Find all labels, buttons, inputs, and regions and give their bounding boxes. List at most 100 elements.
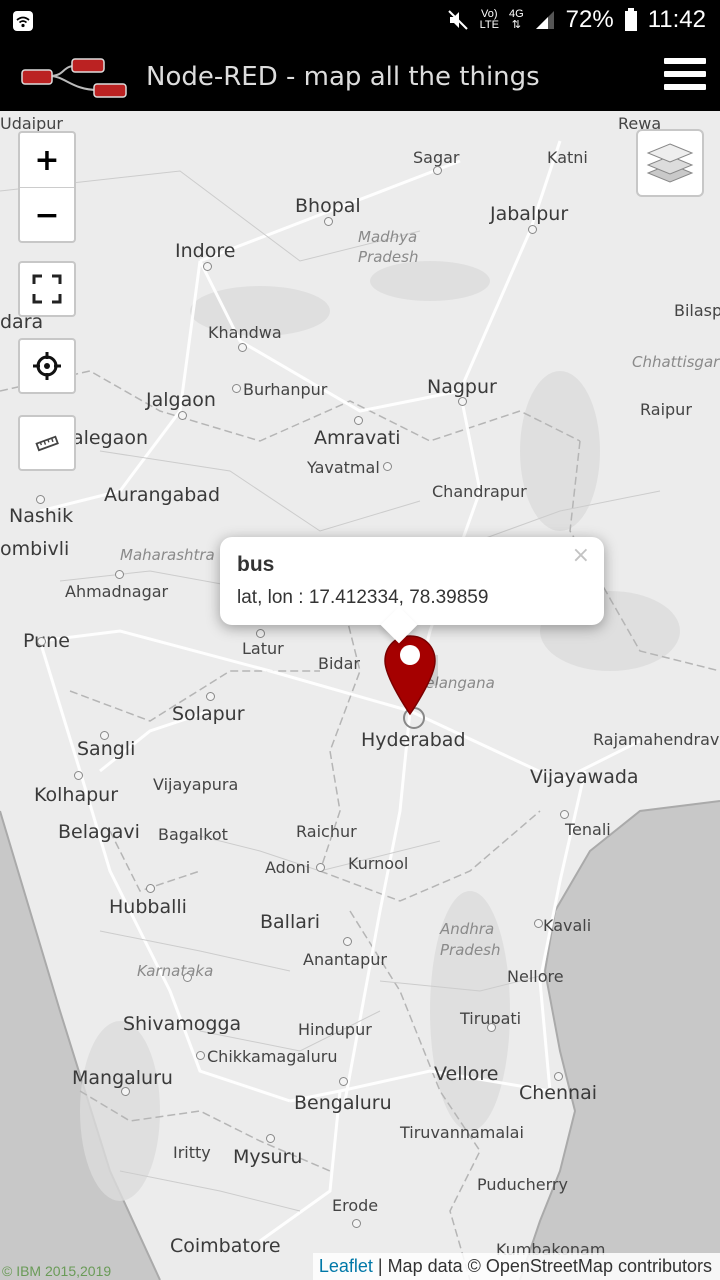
place-label: Nashik: [9, 505, 74, 527]
page-title: Node-RED - map all the things: [146, 62, 540, 92]
place-label: Andhra: [440, 920, 495, 938]
city-dot: [178, 411, 187, 420]
zoom-in-button[interactable]: +: [20, 133, 74, 188]
place-label: Hubballi: [109, 896, 187, 918]
place-label: Anantapur: [303, 950, 387, 969]
city-dot: [352, 1219, 361, 1228]
signal-icon: [535, 11, 554, 29]
place-label: Coimbatore: [170, 1235, 281, 1257]
place-label: Puducherry: [477, 1175, 568, 1194]
city-dot: [37, 637, 46, 646]
city-dot: [100, 731, 109, 740]
network-type: 4G ⇅: [508, 8, 524, 31]
place-label: Bidar: [318, 654, 360, 673]
place-label: Latur: [242, 639, 284, 658]
place-label: Vellore: [434, 1063, 499, 1085]
place-label: Erode: [332, 1196, 379, 1215]
place-label: Sagar: [413, 148, 460, 167]
city-dot: [74, 771, 83, 780]
zoom-control: + −: [18, 131, 76, 243]
city-dot: [554, 1072, 563, 1081]
place-label: Kavali: [543, 916, 592, 935]
layers-button[interactable]: [636, 129, 704, 197]
place-label: Chennai: [519, 1082, 598, 1104]
wifi-icon: [12, 10, 34, 36]
place-label: Bhopal: [295, 195, 361, 217]
battery-icon: [624, 8, 637, 31]
leaflet-link[interactable]: Leaflet: [319, 1256, 373, 1276]
place-label: Rajamahendrav: [593, 730, 720, 749]
city-dot: [183, 973, 192, 982]
place-label: Chhattisgar: [632, 353, 720, 371]
city-dot: [339, 1077, 348, 1086]
city-dot: [121, 1087, 130, 1096]
place-label: Iritty: [173, 1143, 211, 1162]
locate-button[interactable]: [18, 338, 76, 394]
ruler-icon: [35, 435, 59, 452]
volte-icon: Vo) LTE: [479, 8, 499, 31]
place-label: Amravati: [314, 427, 401, 449]
place-label: Vijayawada: [530, 766, 639, 788]
place-label: alegaon: [72, 427, 148, 449]
fullscreen-icon: [32, 274, 62, 304]
place-label: Raipur: [640, 400, 692, 419]
place-label: ombivli: [0, 538, 70, 560]
city-dot: [383, 462, 392, 471]
city-dot: [36, 495, 45, 504]
place-label: Belagavi: [58, 821, 140, 843]
place-label: Khandwa: [208, 323, 282, 342]
popup-close-button[interactable]: ×: [572, 543, 590, 568]
place-label: Madhya: [358, 228, 418, 246]
place-label: Maharashtra: [120, 546, 215, 564]
place-label: Katni: [547, 148, 588, 167]
place-label: Adoni: [265, 858, 311, 877]
city-dot: [560, 810, 569, 819]
locate-icon: [33, 352, 61, 380]
zoom-out-button[interactable]: −: [20, 188, 74, 242]
city-dot: [256, 629, 265, 638]
place-label: Bilasp: [674, 301, 720, 320]
layers-icon: [646, 143, 694, 183]
attribution-separator: |: [372, 1256, 388, 1276]
city-dot: [458, 397, 467, 406]
city-dot: [487, 1023, 496, 1032]
place-label: Hindupur: [298, 1020, 372, 1039]
city-dot: [115, 570, 124, 579]
place-label: Vijayapura: [153, 775, 239, 794]
city-dot: [266, 1134, 275, 1143]
fullscreen-button[interactable]: [18, 261, 76, 317]
place-label: Bengaluru: [294, 1092, 392, 1114]
place-label: Ahmadnagar: [65, 582, 169, 601]
city-dot: [238, 343, 247, 352]
city-dot: [433, 166, 442, 175]
attribution-text: Map data © OpenStreetMap contributors: [387, 1256, 712, 1276]
hamburger-menu-icon[interactable]: [664, 58, 706, 94]
place-label: Sangli: [77, 738, 136, 760]
city-dot: [528, 225, 537, 234]
city-dot: [343, 937, 352, 946]
place-label: Kolhapur: [34, 784, 119, 806]
place-label: Ballari: [260, 911, 320, 933]
marker-popup: bus lat, lon : 17.412334, 78.39859 ×: [220, 537, 604, 644]
map-attribution: Leaflet | Map data © OpenStreetMap contr…: [312, 1253, 720, 1280]
place-label: Kurnool: [348, 854, 409, 873]
place-label: Jalgaon: [146, 389, 216, 411]
place-label: Chikkamagaluru: [207, 1047, 338, 1066]
place-label: Yavatmal: [307, 458, 380, 477]
map-marker-icon[interactable]: [382, 634, 452, 722]
place-label: Hyderabad: [361, 729, 466, 751]
place-label: Chandrapur: [432, 482, 527, 501]
city-dot: [203, 262, 212, 271]
city-dot: [232, 384, 241, 393]
battery-percent: 72%: [565, 6, 614, 33]
map-canvas[interactable]: Udaipur Rewa Sagar Katni Bhopal Jabalpur…: [0, 111, 720, 1280]
place-label: Pradesh: [440, 941, 501, 959]
place-label: Mysuru: [233, 1146, 303, 1168]
place-label: Bagalkot: [158, 825, 228, 844]
place-label: Aurangabad: [104, 484, 221, 506]
status-bar: Vo) LTE 4G ⇅ 72% 11:42: [0, 0, 720, 44]
place-label: Indore: [175, 240, 236, 262]
measure-button[interactable]: [18, 415, 76, 471]
city-dot: [316, 863, 325, 872]
place-label: Mangaluru: [72, 1067, 173, 1089]
